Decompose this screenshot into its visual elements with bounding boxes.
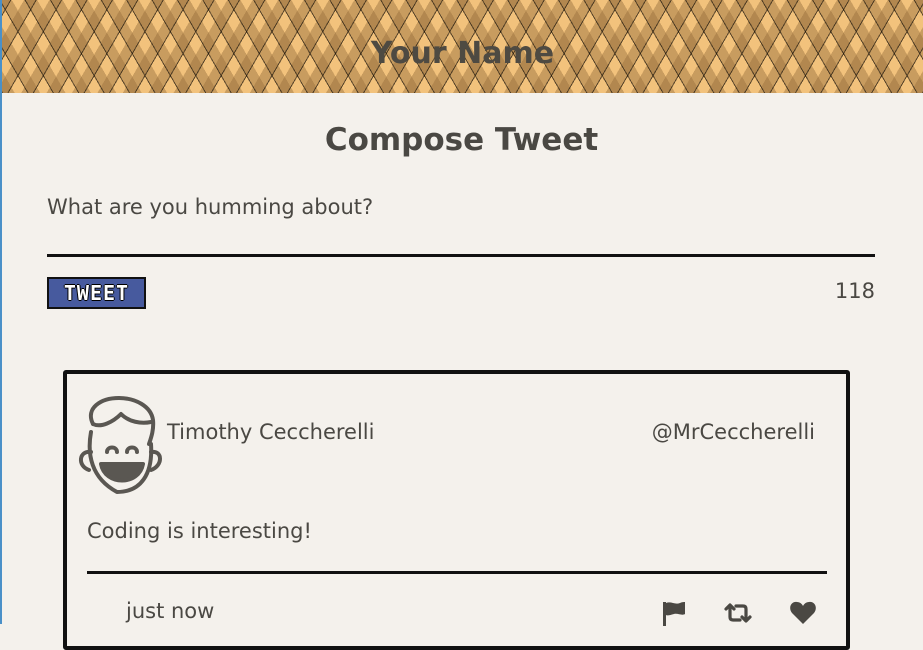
tweet-input[interactable] xyxy=(47,190,875,257)
tweet-button[interactable]: TWEET xyxy=(47,277,146,309)
left-edge xyxy=(0,0,2,624)
compose-title: Compose Tweet xyxy=(324,122,599,158)
avatar-face-icon xyxy=(79,396,162,494)
site-name: Your Name xyxy=(370,36,555,71)
tweet-divider xyxy=(87,571,827,574)
retweet-icon[interactable] xyxy=(724,600,752,626)
author-handle: @MrCeccherelli xyxy=(651,420,815,444)
tweet-text: Coding is interesting! xyxy=(87,519,312,543)
char-counter: 118 xyxy=(834,279,875,303)
tweet-card: Timothy Ceccherelli @MrCeccherelli Codin… xyxy=(63,370,850,650)
page-header: Your Name xyxy=(2,0,923,93)
heart-icon[interactable] xyxy=(789,600,817,626)
flag-icon[interactable] xyxy=(660,600,688,626)
tweet-timestamp: just now xyxy=(126,599,215,623)
author-name: Timothy Ceccherelli xyxy=(167,420,375,444)
avatar xyxy=(71,394,165,498)
